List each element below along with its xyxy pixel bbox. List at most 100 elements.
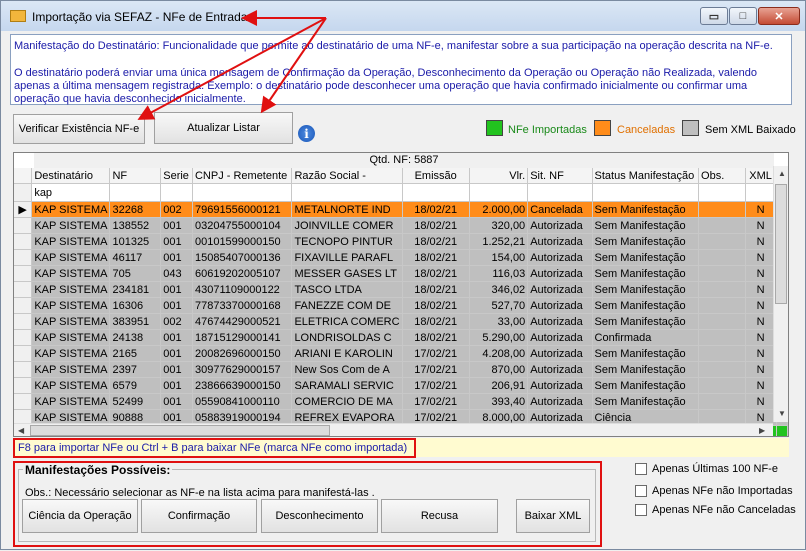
table-cell[interactable]: 001 <box>160 393 193 410</box>
table-cell[interactable]: Sem Manifestação <box>592 361 700 378</box>
table-cell[interactable]: 002 <box>160 201 193 218</box>
table-cell[interactable]: KAP SISTEMA <box>31 377 111 394</box>
table-cell[interactable]: N <box>745 281 777 298</box>
table-cell[interactable]: 18/02/21 <box>402 297 470 314</box>
table-cell[interactable]: 154,00 <box>469 249 529 266</box>
table-cell[interactable]: 17/02/21 <box>402 377 470 394</box>
filter-obs-input[interactable] <box>698 183 746 202</box>
table-cell[interactable]: Autorizada <box>527 265 593 282</box>
table-cell[interactable] <box>698 361 746 378</box>
table-cell[interactable]: 15085407000136 <box>192 249 293 266</box>
table-cell[interactable]: 52499 <box>109 393 162 410</box>
table-cell[interactable]: Sem Manifestação <box>592 393 700 410</box>
table-cell[interactable]: TASCO LTDA <box>291 281 403 298</box>
table-cell[interactable]: N <box>745 217 777 234</box>
table-cell[interactable]: 001 <box>160 377 193 394</box>
table-cell[interactable]: 870,00 <box>469 361 529 378</box>
table-cell[interactable]: 383951 <box>109 313 162 330</box>
filter-nf-input[interactable] <box>109 183 162 202</box>
table-cell[interactable]: 393,40 <box>469 393 529 410</box>
table-cell[interactable]: 23866639000150 <box>192 377 293 394</box>
table-cell[interactable]: 18/02/21 <box>402 281 470 298</box>
table-cell[interactable]: 527,70 <box>469 297 529 314</box>
table-cell[interactable]: 206,91 <box>469 377 529 394</box>
table-cell[interactable]: 2165 <box>109 345 162 362</box>
table-row[interactable]: KAP SISTEMA 24138 001 18715129000141 LONDRIS… <box>14 329 788 346</box>
table-cell[interactable]: 043 <box>160 265 193 282</box>
table-cell[interactable] <box>698 249 746 266</box>
table-cell[interactable]: MESSER GASES LT <box>291 265 403 282</box>
table-cell[interactable]: ARIANI E KAROLIN <box>291 345 403 362</box>
table-cell[interactable]: Autorizada <box>527 297 593 314</box>
row-indicator[interactable] <box>14 361 33 378</box>
table-cell[interactable]: 1.252,21 <box>469 233 529 250</box>
table-cell[interactable]: Confirmada <box>592 329 700 346</box>
table-cell[interactable]: 05590841000110 <box>192 393 293 410</box>
table-cell[interactable]: 18/02/21 <box>402 217 470 234</box>
row-indicator[interactable] <box>14 393 33 410</box>
table-cell[interactable]: New Sos Com de A <box>291 361 403 378</box>
table-cell[interactable]: 00101599000150 <box>192 233 293 250</box>
col-header-nf[interactable]: NF <box>109 168 162 184</box>
table-cell[interactable]: KAP SISTEMA <box>31 217 111 234</box>
table-cell[interactable]: TECNOPO PINTUR <box>291 233 403 250</box>
table-cell[interactable] <box>698 233 746 250</box>
table-cell[interactable]: 17/02/21 <box>402 393 470 410</box>
table-cell[interactable] <box>698 281 746 298</box>
table-cell[interactable]: 18/02/21 <box>402 249 470 266</box>
row-indicator[interactable] <box>14 233 33 250</box>
table-cell[interactable]: JOINVILLE COMER <box>291 217 403 234</box>
table-cell[interactable]: 705 <box>109 265 162 282</box>
table-cell[interactable]: Sem Manifestação <box>592 201 700 218</box>
col-header-xml[interactable]: XML <box>745 168 777 184</box>
close-button[interactable]: ✕ <box>758 7 800 25</box>
table-cell[interactable]: N <box>745 361 777 378</box>
grid-vertical-scrollbar[interactable]: ▲ ▼ <box>773 166 788 422</box>
table-cell[interactable]: 5.290,00 <box>469 329 529 346</box>
table-cell[interactable]: KAP SISTEMA <box>31 201 111 218</box>
scroll-down-icon[interactable]: ▼ <box>778 409 786 418</box>
table-cell[interactable]: KAP SISTEMA <box>31 345 111 362</box>
table-cell[interactable]: 18/02/21 <box>402 329 470 346</box>
table-cell[interactable]: 18/02/21 <box>402 201 470 218</box>
table-row[interactable]: KAP SISTEMA 2397 001 30977629000157 New Sos … <box>14 361 788 378</box>
scroll-left-icon[interactable]: ◀ <box>18 426 24 435</box>
col-header-cnpj[interactable]: CNPJ - Remetente <box>192 168 293 184</box>
table-cell[interactable]: Sem Manifestação <box>592 217 700 234</box>
filter-status-input[interactable] <box>592 183 700 202</box>
filter-emissao-input[interactable] <box>402 183 470 202</box>
table-cell[interactable] <box>698 329 746 346</box>
nao-canceladas-checkbox[interactable] <box>635 504 647 516</box>
table-cell[interactable]: Autorizada <box>527 361 593 378</box>
row-indicator[interactable] <box>14 297 33 314</box>
table-cell[interactable]: 346,02 <box>469 281 529 298</box>
table-cell[interactable] <box>698 297 746 314</box>
table-cell[interactable]: LONDRISOLDAS C <box>291 329 403 346</box>
table-cell[interactable]: 16306 <box>109 297 162 314</box>
table-row[interactable]: KAP SISTEMA 138552 001 03204755000104 JOINVI… <box>14 217 788 234</box>
col-header-sit-nf[interactable]: Sit. NF <box>527 168 593 184</box>
table-cell[interactable]: Autorizada <box>527 217 593 234</box>
table-cell[interactable]: N <box>745 201 777 218</box>
table-cell[interactable]: KAP SISTEMA <box>31 265 111 282</box>
table-cell[interactable]: 20082696000150 <box>192 345 293 362</box>
table-cell[interactable]: 33,00 <box>469 313 529 330</box>
table-cell[interactable]: SARAMALI SERVIC <box>291 377 403 394</box>
table-cell[interactable]: 17/02/21 <box>402 345 470 362</box>
table-cell[interactable]: N <box>745 313 777 330</box>
scroll-up-icon[interactable]: ▲ <box>778 169 786 178</box>
table-cell[interactable]: N <box>745 249 777 266</box>
table-cell[interactable]: 18/02/21 <box>402 313 470 330</box>
table-cell[interactable]: 001 <box>160 297 193 314</box>
table-cell[interactable]: Sem Manifestação <box>592 281 700 298</box>
table-cell[interactable]: 116,03 <box>469 265 529 282</box>
table-cell[interactable]: 002 <box>160 313 193 330</box>
table-cell[interactable]: Autorizada <box>527 233 593 250</box>
table-cell[interactable]: 77873370000168 <box>192 297 293 314</box>
table-cell[interactable]: ELETRICA COMERC <box>291 313 403 330</box>
row-indicator[interactable] <box>14 217 33 234</box>
table-cell[interactable]: Sem Manifestação <box>592 265 700 282</box>
current-row-indicator-icon[interactable]: ▶ <box>14 201 33 218</box>
table-cell[interactable]: 001 <box>160 217 193 234</box>
table-cell[interactable] <box>698 313 746 330</box>
